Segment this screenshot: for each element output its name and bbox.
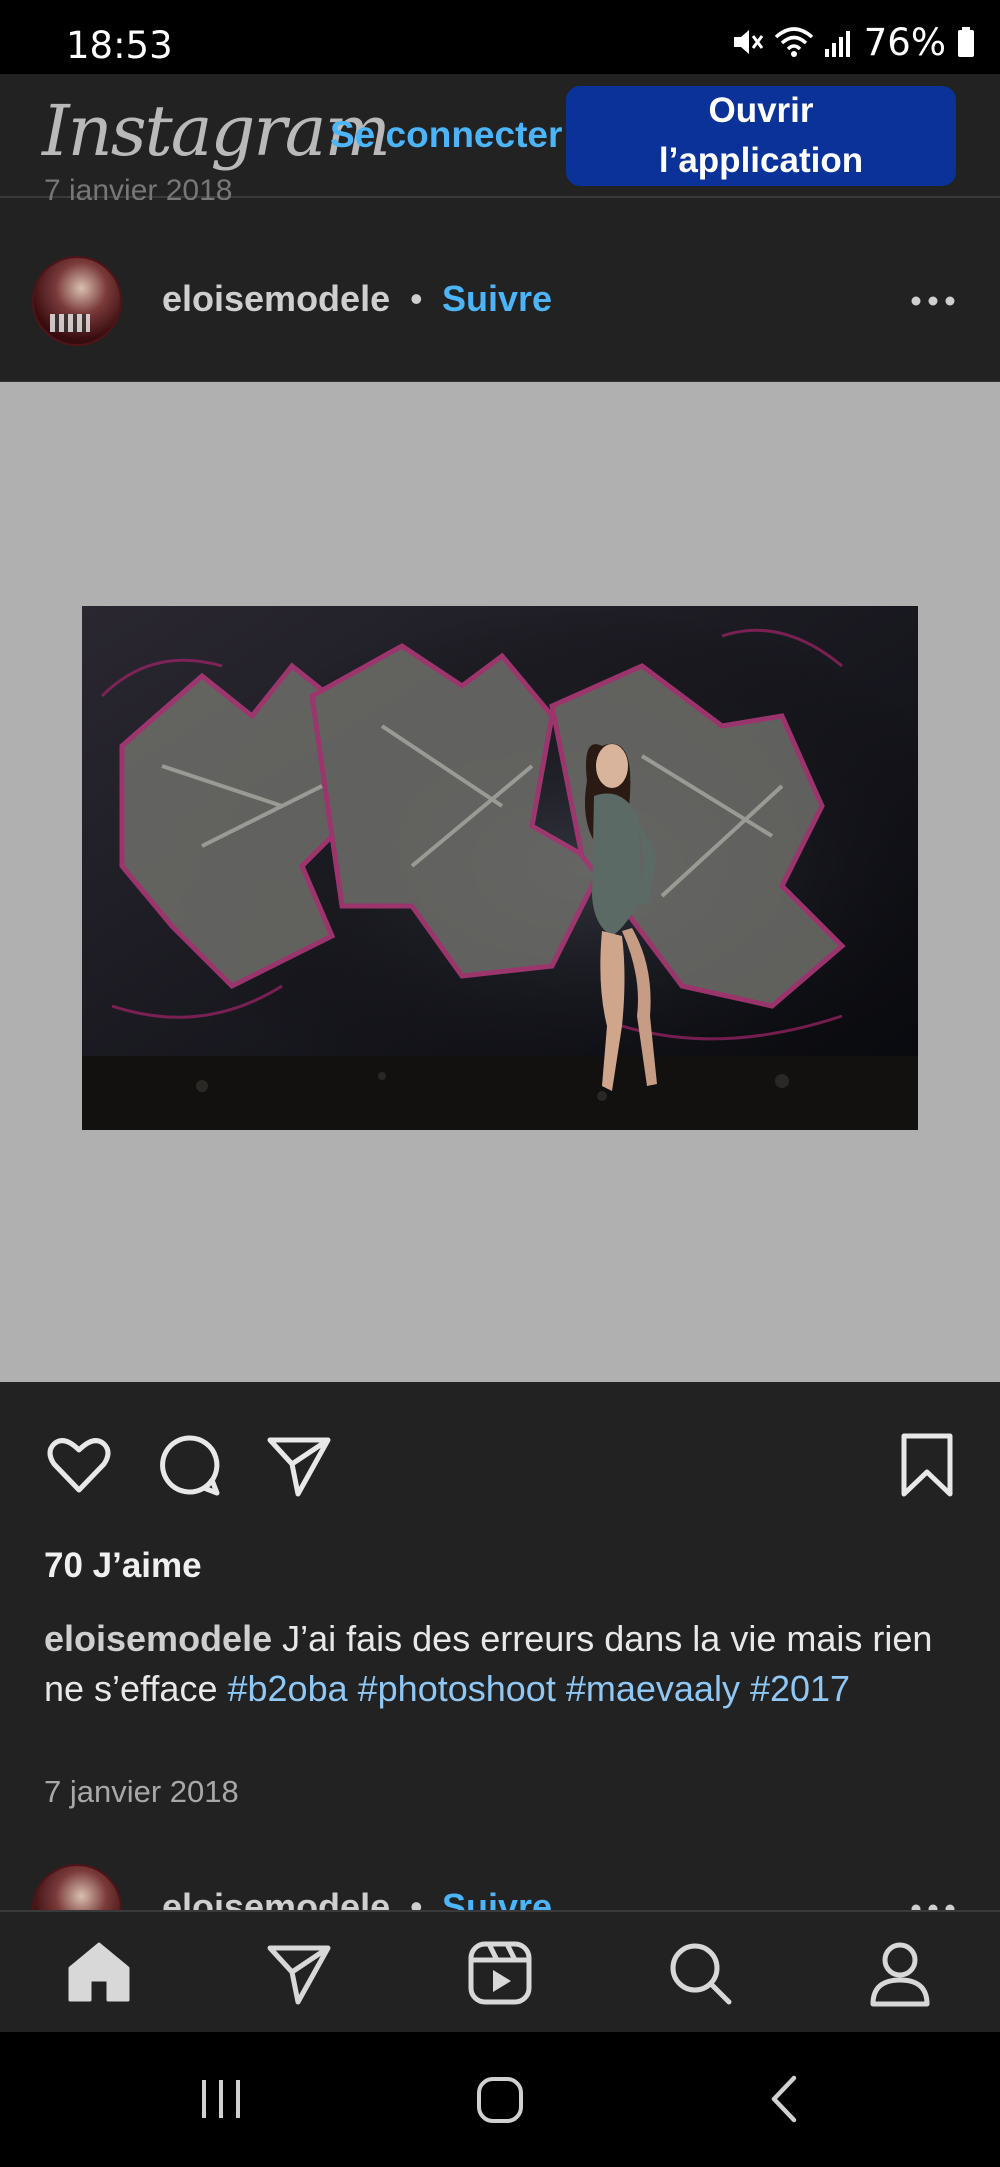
- status-time: 18:53: [66, 24, 173, 67]
- search-icon[interactable]: [665, 1938, 735, 2008]
- hashtag[interactable]: #photoshoot: [358, 1668, 556, 1709]
- post-media[interactable]: [0, 382, 1000, 1382]
- share-icon[interactable]: [264, 1430, 334, 1500]
- open-app-label-2: l’application: [658, 141, 864, 180]
- status-bar: 18:53 76%: [0, 0, 1000, 74]
- avatar[interactable]: [32, 1864, 122, 1910]
- bottom-nav: [0, 1910, 1000, 2032]
- hashtag[interactable]: #b2oba: [227, 1668, 347, 1709]
- post-header: eloisemodele • Suivre: [0, 200, 1000, 382]
- status-icons: 76%: [730, 20, 976, 64]
- recent-apps-icon[interactable]: [196, 2074, 246, 2124]
- separator-dot: •: [410, 278, 423, 319]
- post-actions: [0, 1420, 1000, 1510]
- like-count[interactable]: 70 J’aime: [44, 1546, 202, 1586]
- post-date: 7 janvier 2018: [44, 1774, 239, 1809]
- home-button-icon[interactable]: [474, 2074, 526, 2126]
- next-post-header: eloisemodele • Suivre: [0, 1850, 1000, 1910]
- home-icon[interactable]: [64, 1938, 134, 2008]
- like-heart-icon[interactable]: [44, 1430, 114, 1500]
- back-icon[interactable]: [760, 2074, 810, 2124]
- bookmark-icon[interactable]: [892, 1430, 962, 1500]
- direct-icon[interactable]: [264, 1938, 334, 2008]
- open-app-button[interactable]: Ouvrir l’application: [566, 86, 956, 186]
- mute-icon: [733, 30, 763, 54]
- follow-button[interactable]: Suivre: [442, 278, 552, 320]
- post-photo: [82, 606, 918, 1130]
- login-link[interactable]: Se connecter: [330, 114, 562, 156]
- more-options-icon[interactable]: [910, 1902, 956, 1910]
- post-username[interactable]: eloisemodele: [162, 278, 390, 320]
- more-options-icon[interactable]: [910, 294, 956, 308]
- post-username[interactable]: eloisemodele: [162, 1886, 390, 1910]
- follow-button[interactable]: Suivre: [442, 1886, 552, 1910]
- profile-icon[interactable]: [865, 1938, 935, 2008]
- comment-icon[interactable]: [154, 1430, 224, 1500]
- wifi-icon: [774, 27, 813, 57]
- post-caption: eloisemodele J’ai fais des erreurs dans …: [44, 1614, 944, 1714]
- hashtag[interactable]: #2017: [750, 1668, 850, 1709]
- battery-icon: [958, 27, 974, 57]
- caption-username[interactable]: eloisemodele: [44, 1618, 272, 1659]
- previous-post-date: 7 janvier 2018: [44, 174, 233, 200]
- system-nav-bar: [0, 2032, 1000, 2167]
- open-app-label-1: Ouvrir: [708, 91, 814, 130]
- avatar[interactable]: [32, 256, 122, 346]
- separator-dot: •: [410, 1886, 423, 1910]
- reels-icon[interactable]: [465, 1938, 535, 2008]
- signal-icon: [824, 31, 850, 57]
- hashtag[interactable]: #maevaaly: [566, 1668, 740, 1709]
- battery-level: 76%: [863, 20, 946, 64]
